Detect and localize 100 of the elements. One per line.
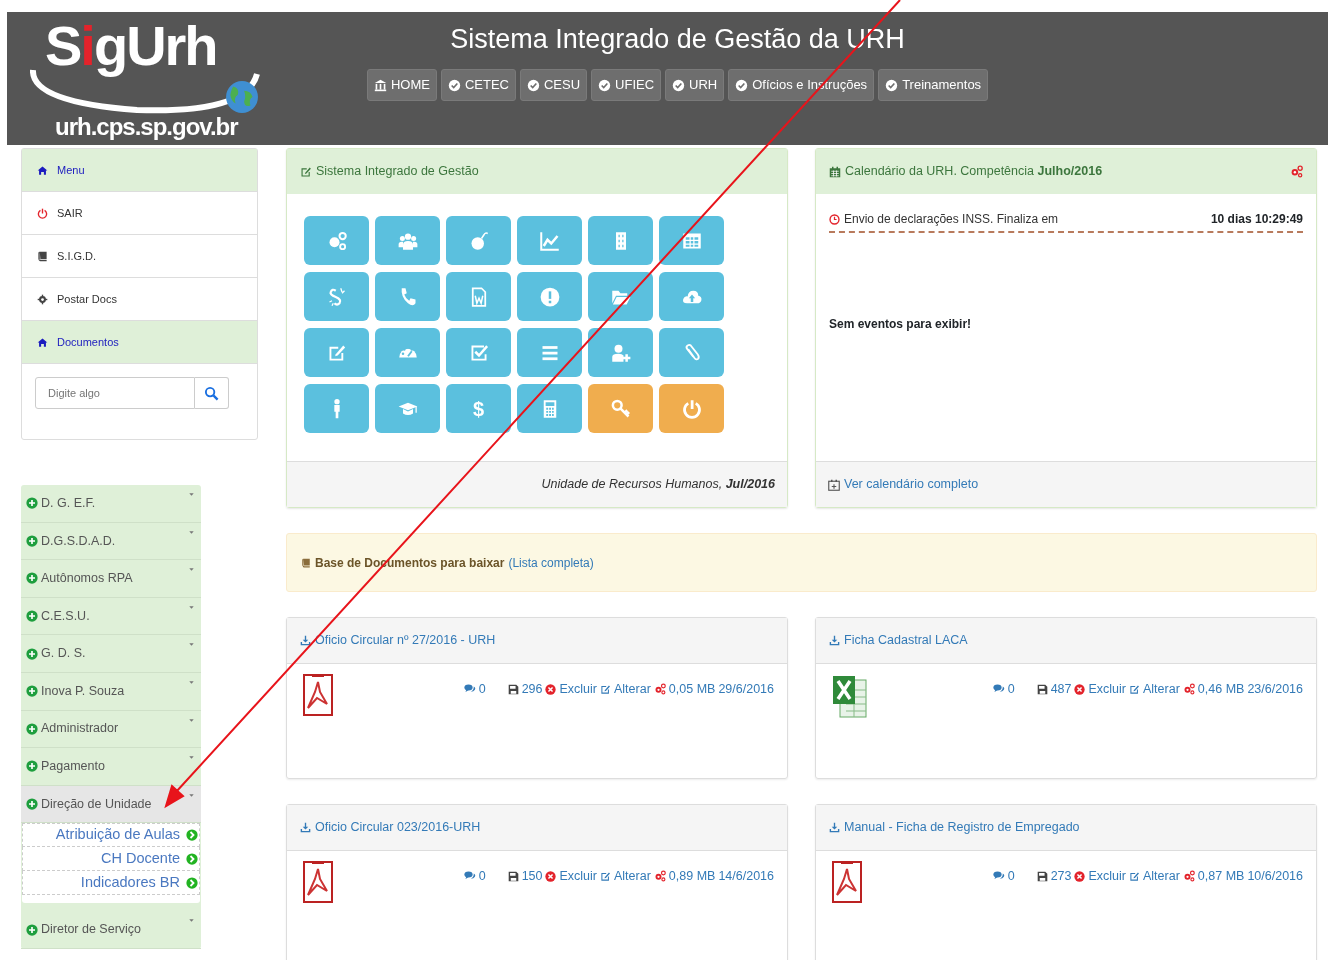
event-text: Envio de declarações INSS. Finaliza em (844, 211, 1060, 228)
menu-item[interactable]: SAIR (22, 192, 257, 235)
app-tile-button[interactable] (304, 216, 369, 265)
file-date: 29/6/2016 (718, 680, 774, 698)
download-count: 487 (1050, 680, 1072, 698)
footer-text: Unidade de Recursos Humanos, Jul/2016 (541, 476, 775, 494)
search-icon (204, 385, 219, 401)
delete-link[interactable]: Excluir (1088, 679, 1126, 699)
document-title-link[interactable]: Ficha Cadastral LACA (844, 631, 968, 650)
accordion-item[interactable]: Autônomos RPA (21, 560, 201, 598)
check-circle-icon (735, 78, 749, 92)
floppy-icon (1036, 683, 1048, 695)
app-tile-button[interactable] (588, 328, 653, 377)
caret-icon (188, 917, 195, 925)
app-tile-button[interactable] (375, 384, 440, 433)
app-tile-button[interactable] (517, 384, 582, 433)
power-icon (681, 398, 702, 419)
caret-icon (188, 754, 195, 762)
app-tile-button[interactable] (659, 328, 724, 377)
plus-circle-icon (26, 923, 38, 936)
gears-icon (653, 870, 666, 882)
search-button[interactable] (195, 377, 229, 409)
site-url: urh.cps.sp.gov.br (55, 115, 238, 139)
app-tile-button[interactable] (375, 328, 440, 377)
file-date: 10/6/2016 (1247, 867, 1303, 885)
nav-button[interactable]: CETEC (440, 69, 516, 101)
edit-link[interactable]: Alterar (1143, 679, 1180, 699)
download-icon (300, 822, 311, 833)
edit-link[interactable]: Alterar (1143, 866, 1180, 886)
app-tile-button[interactable] (446, 272, 511, 321)
caret-icon (188, 528, 195, 536)
menu-item[interactable]: Menu (22, 149, 257, 192)
gear-icon (37, 293, 48, 305)
full-list-link[interactable]: (Lista completa) (508, 553, 594, 572)
app-tile-button[interactable] (446, 328, 511, 377)
caret-icon (188, 603, 195, 611)
card-title: Calendário da URH. Competência Julho/2016 (845, 163, 1104, 181)
check-circle-icon (526, 78, 540, 92)
delete-link[interactable]: Excluir (559, 679, 597, 699)
document-title-link[interactable]: Oficio Circular 023/2016-URH (315, 818, 481, 837)
delete-link[interactable]: Excluir (559, 866, 597, 886)
nav-button[interactable]: UFIEC (591, 69, 662, 101)
nav-button[interactable]: CESU (519, 69, 588, 101)
delete-link[interactable]: Excluir (1088, 866, 1126, 886)
app-tile-button[interactable] (304, 384, 369, 433)
delete-icon (1074, 870, 1086, 882)
app-tile-button[interactable] (659, 216, 724, 265)
countdown-text: 10 dias 10:29:49 (1210, 211, 1303, 228)
comment-count: 0 (1007, 680, 1015, 698)
app-tile-button[interactable] (304, 272, 369, 321)
edit-link[interactable]: Alterar (614, 866, 651, 886)
plus-circle-icon (26, 722, 38, 735)
pdf-file-icon (303, 861, 333, 903)
comment-count: 0 (478, 680, 486, 698)
accordion-item[interactable]: Inova P. Souza (21, 672, 201, 711)
app-tile-button[interactable] (588, 272, 653, 321)
plus-circle-icon (26, 534, 38, 547)
file-size: 0,05 MB (668, 680, 716, 698)
file-size: 0,87 MB (1197, 867, 1245, 885)
file-size: 0,89 MB (668, 867, 716, 885)
app-tile-button[interactable] (517, 272, 582, 321)
menu-item[interactable]: Documentos (22, 321, 257, 364)
accordion-item[interactable]: Administrador (21, 710, 201, 749)
nav-button[interactable]: Treinamentos (878, 69, 989, 101)
caret-icon (188, 716, 195, 724)
check-circle-icon (885, 78, 899, 92)
app-tile-button[interactable] (304, 328, 369, 377)
accordion-item[interactable]: Diretor de Serviço (21, 911, 201, 949)
app-tile-button[interactable] (588, 384, 653, 433)
nav-button[interactable]: HOME (366, 69, 437, 101)
app-tile-button[interactable] (659, 272, 724, 321)
accordion-item[interactable]: C.E.S.U. (21, 597, 201, 636)
document-title-link[interactable]: Oficio Circular nº 27/2016 - URH (315, 631, 496, 650)
accordion-item[interactable]: D.G.S.D.A.D. (21, 522, 201, 561)
download-count: 150 (521, 867, 543, 885)
dashboard-icon (397, 346, 418, 359)
app-tile-button[interactable] (517, 216, 582, 265)
nav-button[interactable]: URH (665, 69, 725, 101)
home-icon (37, 164, 48, 176)
menu-item[interactable]: S.I.G.D. (22, 235, 257, 278)
delete-icon (545, 870, 557, 882)
calendar-link[interactable]: Ver calendário completo (844, 475, 979, 494)
accordion-item[interactable]: Direção de Unidade (21, 785, 201, 824)
edit-link[interactable]: Alterar (614, 679, 651, 699)
accordion-item[interactable]: D. G. E.F. (21, 485, 201, 523)
search-field[interactable]: Digite algo (35, 377, 195, 409)
app-tile-button[interactable] (659, 384, 724, 433)
accordion-item[interactable]: G. D. S. (21, 635, 201, 673)
bomb-icon (468, 230, 489, 251)
app-tile-button[interactable] (446, 216, 511, 265)
gears-icon (1182, 870, 1195, 882)
floppy-icon (507, 870, 519, 882)
document-title-link[interactable]: Manual - Ficha de Registro de Empregado (844, 818, 1080, 837)
app-tile-button[interactable] (375, 272, 440, 321)
download-icon (829, 822, 840, 833)
app-tile-button[interactable] (375, 216, 440, 265)
edit-icon (1129, 683, 1140, 695)
app-tile-button[interactable] (517, 328, 582, 377)
app-tile-button[interactable] (588, 216, 653, 265)
edit-icon (600, 683, 611, 695)
